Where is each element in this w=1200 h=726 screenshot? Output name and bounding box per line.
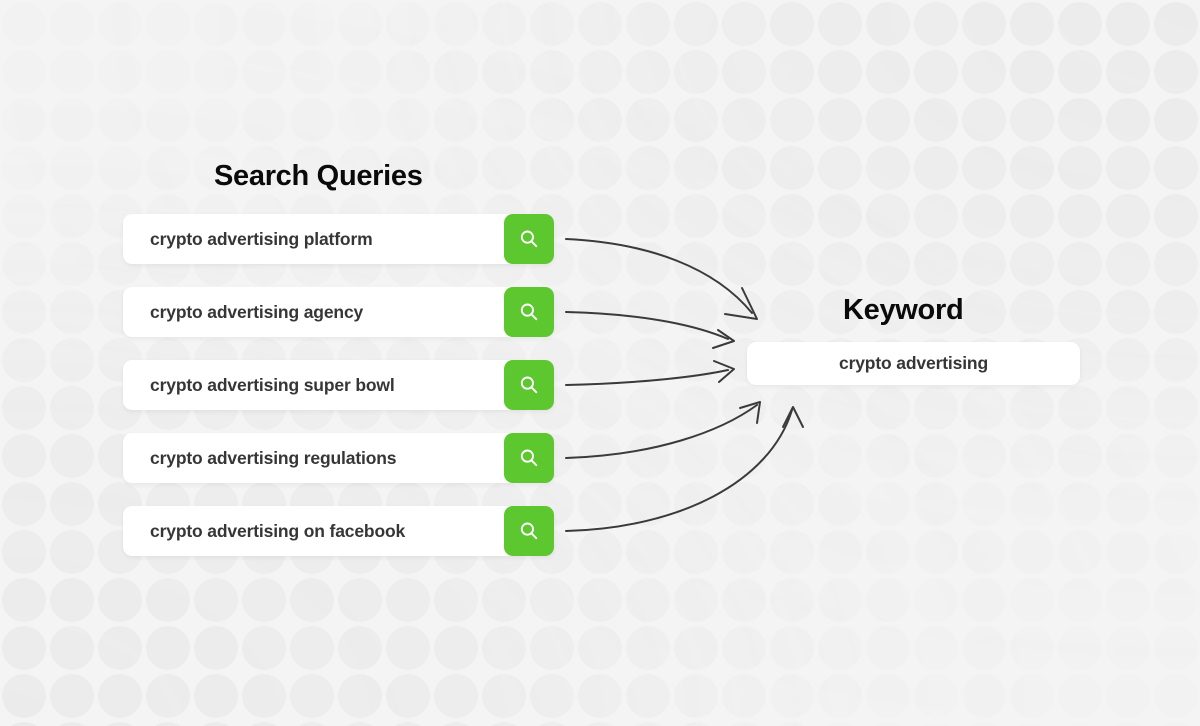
arrow-connector	[565, 409, 793, 532]
search-button[interactable]	[504, 433, 554, 483]
search-query-row[interactable]: crypto advertising regulations	[123, 433, 554, 483]
search-query-label: crypto advertising agency	[150, 301, 364, 322]
search-icon	[517, 519, 541, 543]
arrow-connector	[565, 238, 753, 314]
search-query-row[interactable]: crypto advertising super bowl	[123, 360, 554, 410]
search-query-label: crypto advertising super bowl	[150, 374, 395, 395]
arrow-connector	[565, 369, 729, 386]
search-query-label: crypto advertising regulations	[150, 447, 397, 468]
arrow-connector	[565, 311, 729, 340]
keyword-label: crypto advertising	[838, 353, 988, 373]
search-icon	[517, 446, 541, 470]
search-query-row[interactable]: crypto advertising agency	[123, 287, 554, 337]
arrow-connector	[565, 404, 758, 459]
search-query-row[interactable]: crypto advertising platform	[123, 214, 554, 264]
search-button[interactable]	[504, 506, 554, 556]
keyword-box[interactable]: crypto advertising	[747, 342, 1080, 385]
search-button[interactable]	[504, 287, 554, 337]
search-icon	[517, 373, 541, 397]
search-query-label: crypto advertising platform	[150, 228, 373, 249]
search-query-row[interactable]: crypto advertising on facebook	[123, 506, 554, 556]
keyword-heading: Keyword	[843, 294, 964, 326]
arrow-head	[724, 287, 758, 320]
arrow-head	[712, 329, 735, 349]
search-button[interactable]	[504, 214, 554, 264]
search-queries-heading: Search Queries	[214, 160, 423, 192]
search-icon	[517, 227, 541, 251]
arrow-head	[713, 360, 735, 383]
search-button[interactable]	[504, 360, 554, 410]
diagram-canvas: Search Queries crypto advertising platfo…	[0, 0, 1200, 726]
arrow-head	[782, 406, 804, 428]
search-icon	[517, 300, 541, 324]
search-query-label: crypto advertising on facebook	[150, 520, 406, 541]
arrow-head	[739, 401, 761, 424]
